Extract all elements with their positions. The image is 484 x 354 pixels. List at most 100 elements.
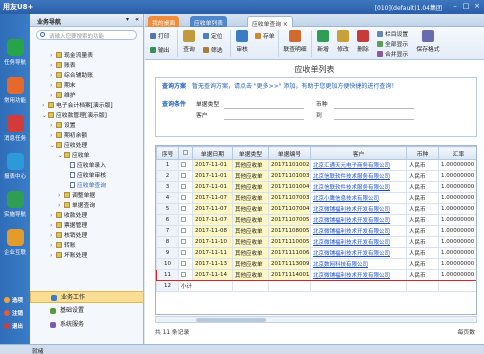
detail-button[interactable]: 联查明细 <box>282 30 308 53</box>
tree-node[interactable]: › 维护 <box>50 91 76 101</box>
currency-input[interactable] <box>334 101 414 109</box>
nav-implement[interactable]: 实施导航 <box>1 188 29 224</box>
cell-customer[interactable]: 北京信联软件技术服务有限公司 <box>310 170 407 182</box>
tree-node[interactable]: 应收单录入 <box>70 161 106 171</box>
table-row[interactable]: 9 2017-11-11 其他应收单 20171111006 北京微铺福利技术开发有限公… <box>156 247 476 259</box>
cell-number[interactable]: 20171111006 <box>268 247 311 259</box>
cell-customer[interactable]: 北京小鹰信息技术有限公司 <box>310 192 407 204</box>
nav-report[interactable]: 报表中心 <box>1 150 29 186</box>
col-header-check[interactable] <box>178 146 193 160</box>
business-work-tab[interactable]: 业务工作 <box>30 291 144 303</box>
basic-settings-tab[interactable]: 基础设置 <box>30 305 144 317</box>
delete-button[interactable]: 删除 <box>353 30 373 53</box>
table-row[interactable]: 2 2017-11-01 其他应收单 20171101003 北京信联软件技术服务有限公… <box>156 170 476 182</box>
cell-number[interactable]: 20171110005 <box>268 236 311 248</box>
query-button[interactable]: 查询 <box>179 30 199 53</box>
cell-number[interactable]: 20171101004 <box>268 181 311 193</box>
filter-button[interactable]: 筛选 <box>203 45 223 54</box>
cell-number[interactable]: 20171101003 <box>268 170 311 182</box>
nav-common[interactable]: 常用功能 <box>1 74 29 110</box>
scrollbar-thumb[interactable] <box>196 318 266 322</box>
tree-node[interactable]: › 票据管理 <box>50 221 87 231</box>
cell-customer[interactable]: 北京微铺福利技术开发有限公司 <box>310 269 407 281</box>
cell-number[interactable]: 20171113009 <box>268 258 311 270</box>
tree-node[interactable]: ⌄ 应收单 <box>58 151 89 161</box>
col-header-number[interactable]: 单据编号 <box>268 146 311 160</box>
col-header-date[interactable]: 单据日期 <box>192 146 233 160</box>
row-check[interactable] <box>178 170 193 182</box>
checkbox-icon[interactable] <box>181 183 186 189</box>
cell-customer[interactable]: 北京微铺福利技术开发有限公司 <box>310 236 407 248</box>
nav-task[interactable]: 任务导航 <box>1 36 29 72</box>
tree-search-input[interactable]: 请输入您要搜索的功能 <box>36 30 137 40</box>
tree-node[interactable]: 应收单审核 <box>70 171 106 181</box>
minimize-icon[interactable]: – <box>450 2 460 11</box>
checkbox-icon[interactable] <box>181 260 186 266</box>
edit-button[interactable]: 修改 <box>333 30 353 53</box>
tree-node[interactable]: › 核销处理 <box>50 231 87 241</box>
locate-button[interactable]: 定位 <box>203 31 223 40</box>
tree-node[interactable]: › 设置 <box>50 121 76 131</box>
tree-node[interactable]: › 坏账处理 <box>50 251 87 261</box>
doc-type-input[interactable] <box>224 101 304 109</box>
tree-node[interactable]: › 单据查询 <box>58 201 95 211</box>
row-check[interactable] <box>178 203 193 215</box>
checkbox-icon[interactable] <box>181 227 186 233</box>
tree-node[interactable]: › 期末 <box>50 81 76 91</box>
horizontal-scrollbar[interactable] <box>155 316 477 323</box>
row-check[interactable] <box>178 159 193 171</box>
cell-number[interactable]: 20171107005 <box>268 214 311 226</box>
tree-node[interactable]: › 账表 <box>50 61 76 71</box>
tree-node[interactable]: › 调整单据 <box>58 191 95 201</box>
table-row[interactable]: 10 2017-11-13 其他应收单 20171113009 北京数网科技有限公司 人民… <box>156 258 476 270</box>
row-check[interactable] <box>178 181 193 193</box>
cell-customer[interactable]: 北京微铺福利技术开发有限公司 <box>310 214 407 226</box>
tree-node[interactable]: › 电子会计档案[演示版] <box>42 101 113 111</box>
cell-customer[interactable]: 北京微铺福利技术开发有限公司 <box>310 225 407 237</box>
tree-node-selected[interactable]: 应收单查询 <box>70 181 106 191</box>
collapse-icon[interactable]: « <box>135 16 139 23</box>
cell-number[interactable]: 20171107004 <box>268 203 311 215</box>
row-check[interactable] <box>178 269 193 281</box>
logout-button[interactable]: 注销 <box>1 309 30 319</box>
new-button[interactable]: 新增 <box>313 30 333 53</box>
options-button[interactable]: 选项 <box>1 296 30 306</box>
audit-button[interactable]: 审核 <box>232 30 252 53</box>
checkbox-icon[interactable] <box>181 172 186 178</box>
checkbox-icon[interactable] <box>181 249 186 255</box>
tree-node[interactable]: › 期初余额 <box>50 131 87 141</box>
row-check[interactable] <box>178 214 193 226</box>
tree-node[interactable]: › 收款处理 <box>50 211 87 221</box>
export-button[interactable]: 输出 <box>150 45 170 54</box>
col-header-index[interactable]: 序号 <box>156 146 179 160</box>
tree-node[interactable]: ⌄ 应收款管理[演示版] <box>42 111 107 121</box>
customer-to-input[interactable] <box>334 112 414 120</box>
save-button[interactable]: 存单 <box>255 31 275 40</box>
row-check[interactable] <box>178 192 193 204</box>
table-row[interactable]: 3 2017-11-01 其他应收单 20171101004 北京信联软件技术服务有限公… <box>156 181 476 193</box>
cell-customer[interactable]: 北京信联软件技术服务有限公司 <box>310 181 407 193</box>
table-row[interactable]: 7 2017-11-08 其他应收单 20171108005 北京微铺福利技术开发有限公… <box>156 225 476 237</box>
print-button[interactable]: 打印 <box>150 31 170 40</box>
table-row-selected[interactable]: 11 2017-11-14 其他应收单 20171114001 北京微铺福利技术开发有限… <box>156 269 476 281</box>
cell-number[interactable]: 20171114001 <box>268 269 311 281</box>
nav-message[interactable]: 消息任务 <box>1 112 29 148</box>
cell-customer[interactable]: 北京数网科技有限公司 <box>310 258 407 270</box>
col-header-type[interactable]: 单据类型 <box>232 146 269 160</box>
col-header-customer[interactable]: 客户 <box>310 146 407 160</box>
checkbox-icon[interactable] <box>181 238 186 244</box>
row-check[interactable] <box>178 236 193 248</box>
column-settings-button[interactable]: 栏目设置 <box>377 29 408 38</box>
save-format-button[interactable]: 保存格式 <box>415 30 441 53</box>
table-row[interactable]: 6 2017-11-07 其他应收单 20171107005 北京微铺福利技术开发有限公… <box>156 214 476 226</box>
pin-icon[interactable]: ▾ <box>126 16 129 23</box>
checkbox-icon[interactable] <box>183 149 188 155</box>
cell-number[interactable]: 20171101002 <box>268 159 311 171</box>
tree-node[interactable]: › 转账 <box>50 241 76 251</box>
checkbox-icon[interactable] <box>181 194 186 200</box>
checkbox-icon[interactable] <box>181 271 186 277</box>
system-service-tab[interactable]: 系统服务 <box>30 319 144 331</box>
tree-node[interactable]: › 综合辅助账 <box>50 71 93 81</box>
tab-receivable-query[interactable]: 应收单查询 × <box>247 16 293 28</box>
tab-desktop[interactable]: 我的桌面 <box>148 16 180 27</box>
